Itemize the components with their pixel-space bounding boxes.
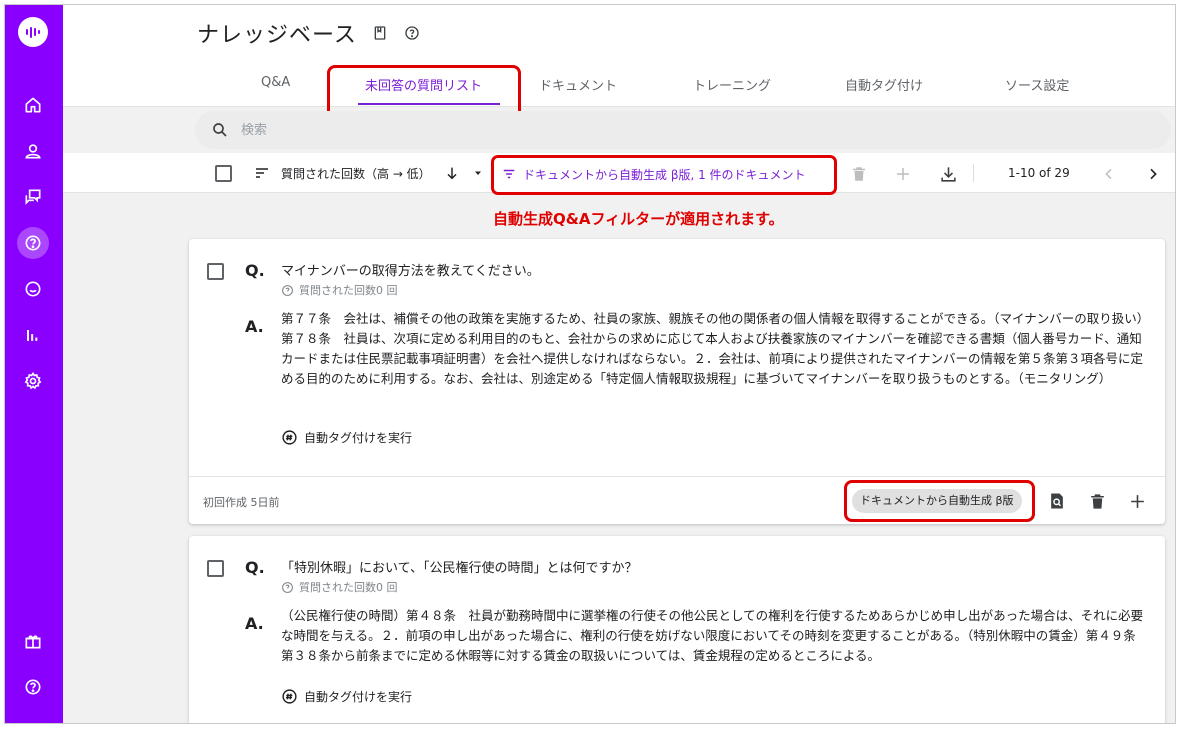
asked-count-text: 質問された回数0 回 bbox=[299, 284, 398, 297]
created-time: 初回作成 5日前 bbox=[203, 496, 280, 509]
help-circle-icon[interactable] bbox=[403, 24, 421, 42]
title-row: ナレッジベース bbox=[197, 17, 421, 49]
caret-down-icon[interactable] bbox=[471, 166, 485, 180]
auto-tag-action[interactable]: 自動タグ付けを実行 bbox=[281, 688, 412, 705]
card-footer: 初回作成 5日前 ドキュメントから自動生成 β版 bbox=[189, 476, 1165, 524]
conversation-icon[interactable] bbox=[19, 275, 47, 303]
app-logo[interactable] bbox=[18, 17, 48, 47]
tab-training[interactable]: トレーニング bbox=[693, 75, 771, 94]
trash-icon[interactable] bbox=[849, 164, 869, 184]
chevron-right-icon[interactable] bbox=[1143, 164, 1163, 184]
analytics-icon[interactable] bbox=[19, 321, 47, 349]
auto-tag-label: 自動タグ付けを実行 bbox=[304, 690, 413, 704]
help-circle-icon bbox=[282, 581, 293, 593]
unanswered-questions-icon[interactable] bbox=[17, 227, 49, 259]
download-icon[interactable] bbox=[937, 164, 959, 184]
filter-highlight-box bbox=[491, 155, 837, 195]
question-card: Q. マイナンバーの取得方法を教えてください。 質問された回数0 回 A. 第７… bbox=[189, 239, 1165, 524]
answer-label: A. bbox=[245, 614, 264, 633]
add-icon[interactable] bbox=[893, 164, 913, 184]
question-checkbox[interactable] bbox=[207, 263, 224, 280]
question-text[interactable]: マイナンバーの取得方法を教えてください。 bbox=[281, 260, 540, 279]
page-title: ナレッジベース bbox=[197, 23, 357, 48]
search-input[interactable] bbox=[241, 119, 1121, 141]
answer-text[interactable]: 第７７条 会社は、補償その他の政策を実施するため、社員の家族、親族その他の関係者… bbox=[281, 309, 1151, 389]
chip-highlight-box bbox=[844, 480, 1035, 522]
app-window: ナレッジベース Q&A 未回答の質問リスト ドキュメント トレーニング 自動タグ… bbox=[4, 4, 1176, 724]
list-toolbar: 質問された回数（高 → 低） ドキュメントから自動生成 β版, 1 件のドキュメ… bbox=[63, 153, 1175, 195]
search-icon bbox=[213, 123, 227, 137]
chevron-left-icon[interactable] bbox=[1099, 164, 1119, 184]
help-icon[interactable] bbox=[19, 673, 47, 701]
document-search-icon[interactable] bbox=[1045, 489, 1069, 513]
sort-label[interactable]: 質問された回数（高 → 低） bbox=[281, 165, 431, 182]
answer-text[interactable]: （公民権行使の時間）第４８条 社員が勤務時間中に選挙権の行使その他公民としての権… bbox=[281, 606, 1151, 666]
tab-source-settings[interactable]: ソース設定 bbox=[1005, 75, 1069, 94]
filter-annotation: 自動生成Q&Aフィルターが適用されます。 bbox=[493, 210, 784, 228]
trash-icon[interactable] bbox=[1085, 489, 1109, 513]
auto-tag-icon bbox=[282, 430, 297, 445]
home-icon[interactable] bbox=[19, 91, 47, 119]
arrow-down-icon[interactable] bbox=[443, 164, 461, 182]
user-icon[interactable] bbox=[19, 137, 47, 165]
tab-bar: Q&A 未回答の質問リスト ドキュメント トレーニング 自動タグ付け ソース設定 bbox=[63, 67, 1175, 107]
asked-count: 質問された回数0 回 bbox=[281, 282, 398, 298]
sidebar bbox=[5, 5, 63, 723]
toolbar-divider bbox=[973, 164, 974, 182]
tab-auto-tagging[interactable]: 自動タグ付け bbox=[845, 75, 923, 94]
asked-count: 質問された回数0 回 bbox=[281, 579, 398, 595]
asked-count-text: 質問された回数0 回 bbox=[299, 581, 398, 594]
book-icon[interactable] bbox=[371, 24, 389, 42]
search-bar bbox=[195, 111, 1171, 149]
answer-label: A. bbox=[245, 317, 264, 336]
gear-icon[interactable] bbox=[19, 367, 47, 395]
page-header: ナレッジベース Q&A 未回答の質問リスト ドキュメント トレーニング 自動タグ… bbox=[63, 5, 1175, 107]
logo-icon bbox=[26, 26, 40, 38]
question-checkbox[interactable] bbox=[207, 560, 224, 577]
auto-tag-action[interactable]: 自動タグ付けを実行 bbox=[281, 429, 412, 446]
auto-tag-label: 自動タグ付けを実行 bbox=[304, 431, 413, 445]
pagination-range: 1-10 of 29 bbox=[1008, 166, 1070, 180]
question-card: Q. 「特別休暇」において、「公民権行使の時間」とは何ですか？ 質問された回数0… bbox=[189, 536, 1165, 723]
add-icon[interactable] bbox=[1125, 489, 1149, 513]
question-label: Q. bbox=[245, 558, 265, 577]
select-all-checkbox[interactable] bbox=[215, 165, 232, 182]
question-text[interactable]: 「特別休暇」において、「公民権行使の時間」とは何ですか？ bbox=[281, 557, 637, 576]
tab-qa[interactable]: Q&A bbox=[261, 75, 290, 90]
auto-tag-icon bbox=[282, 689, 297, 704]
gift-icon[interactable] bbox=[19, 627, 47, 655]
chat-bubbles-icon[interactable] bbox=[19, 183, 47, 211]
sort-icon[interactable] bbox=[253, 164, 271, 182]
tab-documents[interactable]: ドキュメント bbox=[539, 75, 617, 94]
help-circle-icon bbox=[282, 284, 293, 296]
question-label: Q. bbox=[245, 261, 265, 280]
